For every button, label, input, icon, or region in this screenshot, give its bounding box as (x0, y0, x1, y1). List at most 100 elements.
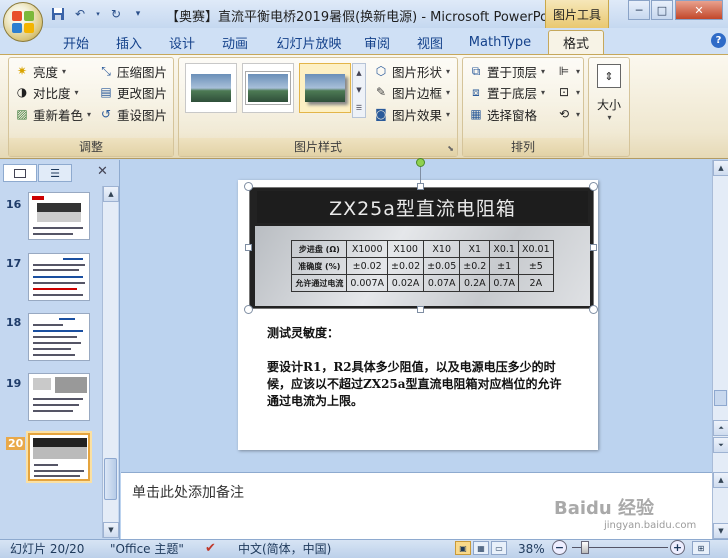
slide-number: 20 (6, 437, 26, 450)
tab-design[interactable]: 设计 (159, 30, 205, 54)
zoom-level[interactable]: 38% (518, 540, 545, 557)
change-picture-button[interactable]: ▤ 更改图片 (98, 82, 167, 102)
group-adjust-label: 调整 (9, 138, 173, 156)
reset-picture-button[interactable]: ↺ 重设图片 (98, 104, 167, 124)
zoom-out-icon[interactable]: − (552, 540, 567, 555)
slides-pane-scrollbar[interactable]: ▲ ▼ (102, 186, 119, 538)
table-cell: ±0.02 (346, 257, 389, 275)
close-pane-icon[interactable]: ✕ (97, 164, 108, 179)
tab-home[interactable]: 开始 (52, 30, 100, 54)
maximize-button[interactable]: □ (651, 0, 673, 20)
minimize-button[interactable]: ─ (628, 0, 650, 20)
slide-thumbnail-19[interactable] (28, 373, 90, 421)
resize-handle-sw[interactable] (244, 305, 253, 314)
slide-number: 16 (6, 198, 22, 211)
tab-view[interactable]: 视图 (408, 30, 452, 54)
size-button[interactable]: ⇕ 大小 ▾ (590, 62, 628, 122)
resize-handle-w[interactable] (245, 244, 252, 251)
picture-shape-button[interactable]: ⬡ 图片形状 ▾ (373, 61, 450, 81)
style-gallery-scroll[interactable]: ▲ ▼ ☰ (352, 63, 366, 118)
scroll-up-icon[interactable]: ▲ (103, 186, 119, 202)
canvas-scroll-up-icon[interactable]: ▲ (713, 160, 728, 176)
close-button[interactable]: ✕ (675, 0, 723, 20)
next-slide-icon[interactable]: ⏷ (713, 437, 728, 453)
table-cell: ±5 (517, 257, 554, 275)
resistance-box-photo[interactable]: ZX25a型直流电阻箱 步进盘 (Ω) X1000 X100 X10 X1 X0… (249, 187, 594, 309)
fit-to-window-icon[interactable]: ⊞ (692, 541, 710, 555)
resize-handle-ne[interactable] (589, 182, 598, 191)
slide-text-box[interactable]: 测试灵敏度： 要设计R1，R2具体多少阻值，以及电源电压多少的时候，应该以不超过… (267, 325, 572, 410)
slides-tab[interactable] (3, 164, 37, 182)
tab-format[interactable]: 格式 (548, 30, 604, 54)
slideshow-icon[interactable]: ▭ (491, 541, 507, 555)
send-to-back-button[interactable]: ⧈ 置于底层 ▾ (468, 82, 545, 102)
gallery-down-icon[interactable]: ▼ (356, 86, 361, 94)
notes-scrollbar[interactable]: ▲ ▼ (712, 472, 728, 539)
slide-thumbnail-16[interactable] (28, 192, 90, 240)
contrast-button[interactable]: ◑ 对比度 ▾ (14, 82, 79, 102)
table-cell: 0.2A (459, 274, 491, 292)
resize-handle-n[interactable] (417, 183, 424, 190)
resize-handle-e[interactable] (590, 244, 597, 251)
bring-front-icon: ⧉ (471, 63, 481, 78)
rotate-button[interactable]: ⟲ ▾ (556, 104, 580, 124)
slide-thumbnail-20[interactable] (28, 433, 90, 481)
help-icon[interactable]: ? (711, 33, 726, 48)
theme-name: "Office 主题" (110, 542, 184, 556)
language-indicator[interactable]: 中文(简体，中国) (238, 540, 331, 557)
gallery-up-icon[interactable]: ▲ (356, 69, 361, 77)
undo-dropdown-icon[interactable]: ▾ (94, 6, 102, 22)
tab-slideshow[interactable]: 幻灯片放映 (266, 30, 352, 54)
table-cell: X1 (459, 240, 491, 258)
send-back-icon: ⧈ (472, 84, 480, 99)
customize-icon[interactable]: ▾ (130, 6, 146, 22)
slide-number: 17 (6, 257, 22, 270)
brightness-button[interactable]: ✷ 亮度 ▾ (14, 61, 66, 81)
zoom-in-icon[interactable]: + (670, 540, 685, 555)
notes-scroll-down-icon[interactable]: ▼ (713, 523, 728, 539)
resize-handle-se[interactable] (589, 305, 598, 314)
dialog-launcher-icon[interactable]: ⬊ (447, 144, 454, 153)
change-picture-label: 更改图片 (117, 85, 168, 101)
tab-insert[interactable]: 插入 (106, 30, 152, 54)
table-cell: ±1 (489, 257, 519, 275)
prev-slide-icon[interactable]: ⏶ (713, 420, 728, 436)
outline-tab-icon: ☰ (50, 166, 60, 180)
outline-tab[interactable]: ☰ (38, 164, 72, 182)
picture-style-drop-shadow[interactable] (299, 63, 351, 113)
align-button[interactable]: ⊫ ▾ (556, 61, 580, 81)
tab-mathtype[interactable]: MathType (462, 30, 538, 54)
spellcheck-icon[interactable]: ✔ (205, 540, 216, 557)
normal-view-icon[interactable]: ▣ (455, 541, 471, 555)
rotate-handle[interactable] (416, 158, 425, 167)
resize-handle-s[interactable] (417, 306, 424, 313)
selection-pane-button[interactable]: ▦ 选择窗格 (468, 104, 537, 124)
redo-icon[interactable]: ↻ (108, 6, 124, 22)
plate-title: ZX25a型直流电阻箱 (257, 191, 588, 223)
slide-thumbnail-18[interactable] (28, 313, 90, 361)
picture-style-white-frame[interactable] (242, 63, 294, 113)
scroll-down-icon[interactable]: ▼ (103, 522, 119, 538)
notes-placeholder[interactable]: 单击此处添加备注 (132, 482, 244, 502)
gallery-more-icon[interactable]: ☰ (356, 104, 362, 112)
canvas-scroll-thumb[interactable] (714, 390, 727, 406)
picture-border-button[interactable]: ✎ 图片边框 ▾ (373, 82, 450, 102)
undo-icon[interactable]: ↶ (72, 6, 88, 22)
tab-animation[interactable]: 动画 (212, 30, 258, 54)
scroll-thumb[interactable] (104, 458, 117, 500)
bring-to-front-button[interactable]: ⧉ 置于顶层 ▾ (468, 61, 545, 81)
recolor-button[interactable]: ▨ 重新着色 ▾ (14, 104, 91, 124)
compress-pictures-button[interactable]: ⤡ 压缩图片 (98, 61, 167, 81)
zoom-slider-knob[interactable] (581, 541, 589, 554)
group-objects-button[interactable]: ⊡ ▾ (556, 82, 580, 102)
picture-style-simple-frame[interactable] (185, 63, 237, 113)
notes-scroll-up-icon[interactable]: ▲ (713, 472, 728, 488)
slide-thumbnail-17[interactable] (28, 253, 90, 301)
tab-review[interactable]: 审阅 (355, 30, 399, 54)
slide-sorter-icon[interactable]: ▦ (473, 541, 489, 555)
canvas-scrollbar[interactable]: ▲ ⏶ ⏷ (712, 160, 728, 472)
picture-effects-button[interactable]: ◙ 图片效果 ▾ (373, 104, 450, 124)
resize-handle-nw[interactable] (244, 182, 253, 191)
save-icon[interactable] (50, 6, 66, 22)
office-button[interactable] (3, 2, 43, 42)
